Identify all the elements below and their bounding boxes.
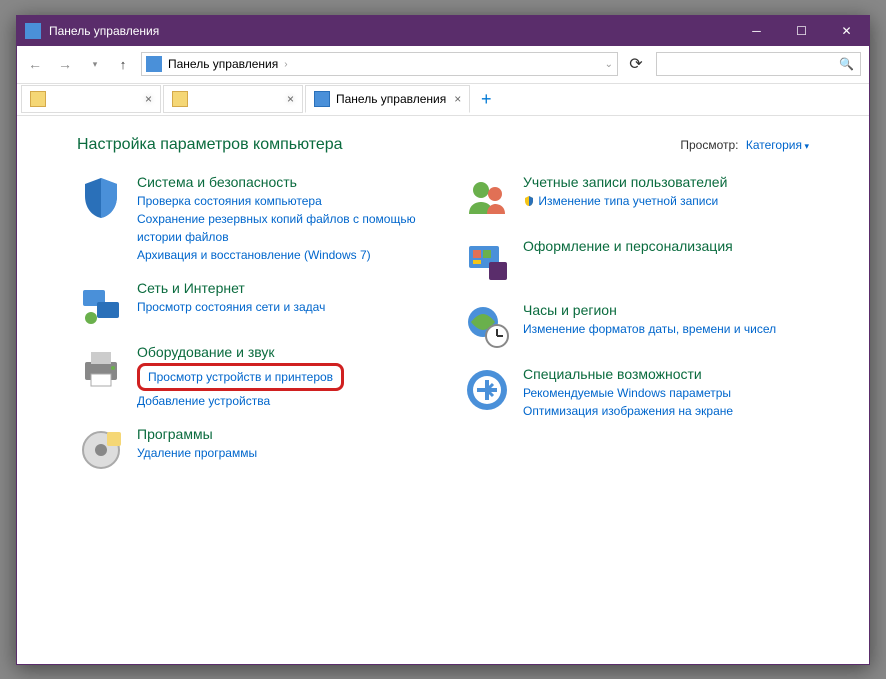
category-clock-region: Часы и регион Изменение форматов даты, в…: [463, 302, 809, 350]
category-hardware: Оборудование и звук Просмотр устройств и…: [77, 344, 423, 410]
category-network: Сеть и Интернет Просмотр состояния сети …: [77, 280, 423, 328]
nav-toolbar: ← → ▾ ↑ Панель управления › ⌄ ⟳ 🔍: [17, 46, 869, 84]
category-accessibility: Специальные возможности Рекомендуемые Wi…: [463, 366, 809, 420]
history-dropdown[interactable]: ▾: [81, 50, 109, 78]
page-title: Настройка параметров компьютера: [77, 136, 680, 154]
category-link[interactable]: Сохранение резервных копий файлов с помо…: [137, 210, 423, 246]
control-panel-icon: [314, 91, 330, 107]
add-tab-button[interactable]: +: [472, 85, 500, 113]
highlighted-link: Просмотр устройств и принтеров: [137, 363, 344, 391]
tabs-bar: × × Панель управления × +: [17, 84, 869, 116]
breadcrumb[interactable]: Панель управления › ⌄: [141, 52, 618, 76]
content-area: Настройка параметров компьютера Просмотр…: [17, 116, 869, 664]
tab-2[interactable]: ×: [163, 85, 303, 113]
folder-icon: [172, 91, 188, 107]
window-title: Панель управления: [49, 24, 734, 38]
appearance-icon: [463, 238, 511, 286]
network-icon: [77, 280, 125, 328]
category-link[interactable]: Добавление устройства: [137, 392, 423, 410]
programs-icon: [77, 426, 125, 474]
category-title[interactable]: Оборудование и звук: [137, 344, 423, 360]
left-column: Система и безопасность Проверка состояни…: [77, 174, 423, 490]
view-by: Просмотр: Категория: [680, 138, 809, 152]
categories-grid: Система и безопасность Проверка состояни…: [77, 174, 809, 490]
category-appearance: Оформление и персонализация: [463, 238, 809, 286]
forward-button[interactable]: →: [51, 50, 79, 78]
close-button[interactable]: ✕: [824, 16, 869, 46]
clock-globe-icon: [463, 302, 511, 350]
category-title[interactable]: Оформление и персонализация: [523, 238, 809, 254]
category-link[interactable]: Просмотр состояния сети и задач: [137, 298, 423, 316]
users-icon: [463, 174, 511, 222]
maximize-button[interactable]: ☐: [779, 16, 824, 46]
view-by-dropdown[interactable]: Категория: [746, 138, 809, 152]
breadcrumb-icon: [146, 56, 162, 72]
category-system-security: Система и безопасность Проверка состояни…: [77, 174, 423, 264]
tab-close-icon[interactable]: ×: [279, 92, 294, 106]
search-input[interactable]: [663, 57, 839, 71]
back-button[interactable]: ←: [21, 50, 49, 78]
category-link[interactable]: Удаление программы: [137, 444, 423, 462]
category-title[interactable]: Учетные записи пользователей: [523, 174, 809, 190]
chevron-right-icon: ›: [284, 59, 287, 70]
category-user-accounts: Учетные записи пользователей Изменение т…: [463, 174, 809, 222]
minimize-button[interactable]: ─: [734, 16, 779, 46]
chevron-down-icon[interactable]: ⌄: [605, 59, 613, 70]
tab-control-panel[interactable]: Панель управления ×: [305, 85, 470, 113]
category-link[interactable]: Архивация и восстановление (Windows 7): [137, 246, 423, 264]
right-column: Учетные записи пользователей Изменение т…: [463, 174, 809, 490]
printer-icon: [77, 344, 125, 392]
breadcrumb-text: Панель управления: [168, 57, 278, 71]
refresh-button[interactable]: ⟳: [624, 52, 648, 76]
tab-close-icon[interactable]: ×: [137, 92, 152, 106]
accessibility-icon: [463, 366, 511, 414]
shield-icon: [77, 174, 125, 222]
category-title[interactable]: Система и безопасность: [137, 174, 423, 190]
up-button[interactable]: ↑: [111, 52, 135, 76]
tab-1[interactable]: ×: [21, 85, 161, 113]
tab-close-icon[interactable]: ×: [446, 92, 461, 106]
app-icon: [25, 23, 41, 39]
category-link[interactable]: Рекомендуемые Windows параметры: [523, 384, 809, 402]
category-title[interactable]: Программы: [137, 426, 423, 442]
window: Панель управления ─ ☐ ✕ ← → ▾ ↑ Панель у…: [16, 15, 870, 665]
tab-label: Панель управления: [336, 92, 446, 106]
category-link[interactable]: Изменение типа учетной записи: [523, 192, 809, 210]
search-icon: 🔍: [839, 57, 854, 71]
titlebar: Панель управления ─ ☐ ✕: [17, 16, 869, 46]
search-box[interactable]: 🔍: [656, 52, 861, 76]
category-programs: Программы Удаление программы: [77, 426, 423, 474]
category-link[interactable]: Изменение форматов даты, времени и чисел: [523, 320, 809, 338]
category-link-devices-printers[interactable]: Просмотр устройств и принтеров: [148, 370, 333, 384]
link-text: Изменение типа учетной записи: [538, 194, 718, 208]
category-title[interactable]: Сеть и Интернет: [137, 280, 423, 296]
folder-icon: [30, 91, 46, 107]
content-header: Настройка параметров компьютера Просмотр…: [77, 136, 809, 154]
category-title[interactable]: Специальные возможности: [523, 366, 809, 382]
category-link[interactable]: Оптимизация изображения на экране: [523, 402, 809, 420]
shield-badge-icon: [523, 195, 535, 207]
view-by-label: Просмотр:: [680, 138, 738, 152]
category-link[interactable]: Проверка состояния компьютера: [137, 192, 423, 210]
category-title[interactable]: Часы и регион: [523, 302, 809, 318]
